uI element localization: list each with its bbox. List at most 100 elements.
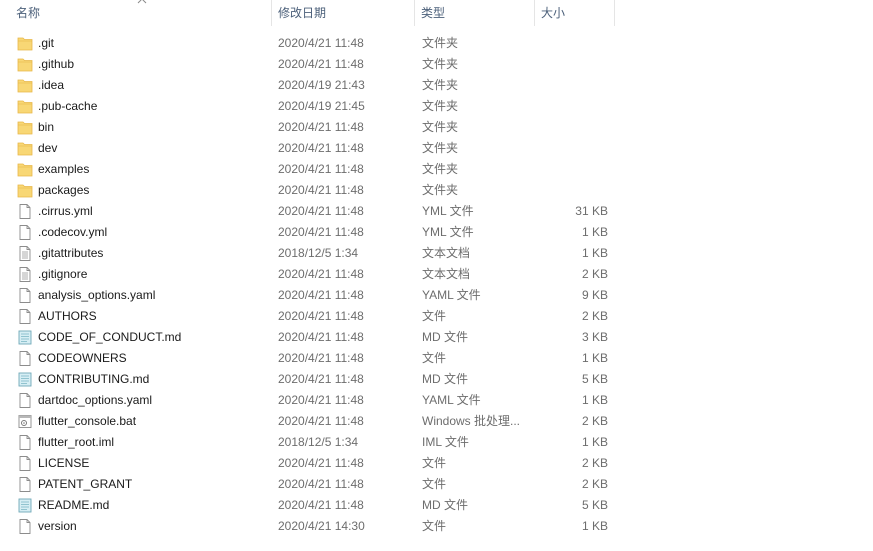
file-type: 文件夹 (422, 78, 459, 92)
markdown-file-icon (17, 329, 33, 346)
file-size: 2 KB (581, 309, 608, 323)
file-size: 3 KB (581, 330, 608, 344)
file-row[interactable]: packages 2020/4/21 11:48 文件夹 (0, 180, 873, 201)
file-modified-date: 2020/4/21 11:48 (278, 330, 364, 344)
file-modified-date: 2020/4/21 11:48 (278, 477, 364, 491)
file-type: 文本文档 (422, 267, 471, 281)
file-modified-date: 2020/4/21 11:48 (278, 120, 364, 134)
text-file-icon (17, 245, 33, 262)
file-name: AUTHORS (38, 309, 97, 323)
folder-icon (17, 161, 33, 178)
file-name: README.md (38, 498, 110, 512)
file-name: PATENT_GRANT (38, 477, 133, 491)
file-icon (17, 350, 33, 367)
file-type: MD 文件 (422, 330, 468, 344)
file-size (540, 96, 608, 117)
markdown-file-icon (17, 497, 33, 514)
file-row[interactable]: .cirrus.yml 2020/4/21 11:48 YML 文件 31 KB (0, 201, 873, 222)
file-name: LICENSE (38, 456, 90, 470)
file-size: 1 KB (581, 519, 608, 533)
file-modified-date: 2020/4/21 11:48 (278, 414, 364, 428)
file-modified-date: 2020/4/19 21:45 (278, 99, 365, 113)
file-size (540, 180, 608, 201)
file-row[interactable]: flutter_console.bat 2020/4/21 11:48 Wind… (0, 411, 873, 432)
file-name: examples (38, 162, 90, 176)
file-name: version (38, 519, 77, 533)
file-size (540, 54, 608, 75)
column-header-type[interactable]: 类型 (415, 0, 535, 26)
file-modified-date: 2020/4/21 11:48 (278, 393, 364, 407)
file-size (540, 117, 608, 138)
file-size: 1 KB (581, 225, 608, 239)
file-modified-date: 2020/4/21 11:48 (278, 36, 364, 50)
file-size: 1 KB (581, 246, 608, 260)
file-name: CODEOWNERS (38, 351, 127, 365)
file-modified-date: 2020/4/19 21:43 (278, 78, 365, 92)
file-row[interactable]: .gitattributes 2018/12/5 1:34 文本文档 1 KB (0, 243, 873, 264)
file-list: .git 2020/4/21 11:48 文件夹 .github 2020/4/… (0, 33, 873, 537)
file-modified-date: 2020/4/21 11:48 (278, 456, 364, 470)
file-size: 2 KB (581, 477, 608, 491)
text-file-icon (17, 266, 33, 283)
file-row[interactable]: PATENT_GRANT 2020/4/21 11:48 文件 2 KB (0, 474, 873, 495)
file-row[interactable]: CONTRIBUTING.md 2020/4/21 11:48 MD 文件 5 … (0, 369, 873, 390)
file-size: 1 KB (581, 351, 608, 365)
file-row[interactable]: CODE_OF_CONDUCT.md 2020/4/21 11:48 MD 文件… (0, 327, 873, 348)
file-size: 1 KB (581, 435, 608, 449)
file-row[interactable]: AUTHORS 2020/4/21 11:48 文件 2 KB (0, 306, 873, 327)
file-modified-date: 2020/4/21 14:30 (278, 519, 365, 533)
file-row[interactable]: dartdoc_options.yaml 2020/4/21 11:48 YAM… (0, 390, 873, 411)
file-type: 文件 (422, 351, 447, 365)
column-header-date[interactable]: 修改日期 (272, 0, 415, 26)
file-modified-date: 2020/4/21 11:48 (278, 57, 364, 71)
column-header-date-label: 修改日期 (278, 6, 327, 20)
file-modified-date: 2020/4/21 11:48 (278, 267, 364, 281)
file-modified-date: 2020/4/21 11:48 (278, 372, 364, 386)
file-name: CONTRIBUTING.md (38, 372, 150, 386)
file-size (540, 75, 608, 96)
file-row[interactable]: CODEOWNERS 2020/4/21 11:48 文件 1 KB (0, 348, 873, 369)
file-row[interactable]: flutter_root.iml 2018/12/5 1:34 IML 文件 1… (0, 432, 873, 453)
file-name: dartdoc_options.yaml (38, 393, 153, 407)
file-type: 文件夹 (422, 57, 459, 71)
folder-icon (17, 182, 33, 199)
file-row[interactable]: .idea 2020/4/19 21:43 文件夹 (0, 75, 873, 96)
file-icon (17, 455, 33, 472)
column-header-size[interactable]: 大小 (535, 0, 615, 26)
file-type: Windows 批处理... (422, 414, 521, 428)
file-row[interactable]: .gitignore 2020/4/21 11:48 文本文档 2 KB (0, 264, 873, 285)
file-row[interactable]: analysis_options.yaml 2020/4/21 11:48 YA… (0, 285, 873, 306)
folder-icon (17, 56, 33, 73)
file-type: YML 文件 (422, 204, 474, 218)
file-size (540, 159, 608, 180)
markdown-file-icon (17, 371, 33, 388)
file-row[interactable]: .github 2020/4/21 11:48 文件夹 (0, 54, 873, 75)
file-row[interactable]: README.md 2020/4/21 11:48 MD 文件 5 KB (0, 495, 873, 516)
file-modified-date: 2018/12/5 1:34 (278, 435, 359, 449)
file-row[interactable]: examples 2020/4/21 11:48 文件夹 (0, 159, 873, 180)
file-modified-date: 2020/4/21 11:48 (278, 183, 364, 197)
file-icon (17, 518, 33, 535)
column-header-size-label: 大小 (541, 6, 566, 20)
file-row[interactable]: .codecov.yml 2020/4/21 11:48 YML 文件 1 KB (0, 222, 873, 243)
file-modified-date: 2020/4/21 11:48 (278, 141, 364, 155)
file-row[interactable]: LICENSE 2020/4/21 11:48 文件 2 KB (0, 453, 873, 474)
file-name: bin (38, 120, 55, 134)
file-name: .pub-cache (38, 99, 98, 113)
file-row[interactable]: version 2020/4/21 14:30 文件 1 KB (0, 516, 873, 537)
file-name: .gitattributes (38, 246, 104, 260)
file-row[interactable]: .pub-cache 2020/4/19 21:45 文件夹 (0, 96, 873, 117)
file-row[interactable]: .git 2020/4/21 11:48 文件夹 (0, 33, 873, 54)
file-type: 文件夹 (422, 99, 459, 113)
file-icon (17, 434, 33, 451)
file-row[interactable]: bin 2020/4/21 11:48 文件夹 (0, 117, 873, 138)
file-name: CODE_OF_CONDUCT.md (38, 330, 182, 344)
file-type: YAML 文件 (422, 393, 481, 407)
file-type: YAML 文件 (422, 288, 481, 302)
file-modified-date: 2020/4/21 11:48 (278, 309, 364, 323)
file-size: 2 KB (581, 267, 608, 281)
file-row[interactable]: dev 2020/4/21 11:48 文件夹 (0, 138, 873, 159)
file-modified-date: 2020/4/21 11:48 (278, 225, 364, 239)
file-size (540, 33, 608, 54)
file-size: 9 KB (581, 288, 608, 302)
